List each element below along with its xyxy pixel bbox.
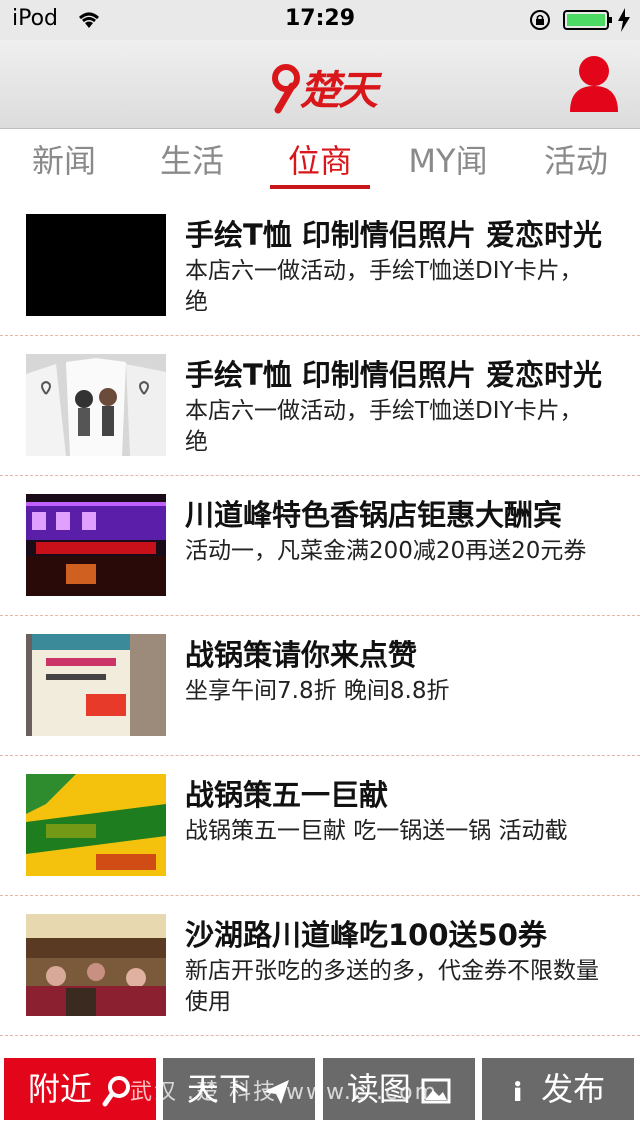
watermark: 武汉 .楚 科技 www.c .com [130,1080,438,1105]
app-header: 楚天 [0,40,640,129]
item-description: 本店六一做活动，手绘T恤送DIY卡片，绝 [185,398,583,455]
battery-icon [563,10,612,30]
item-title: 手绘T恤 印制情侣照片 爱恋时光 [185,358,602,392]
publish-label: 发布 [541,1070,606,1108]
item-thumbnail [26,214,166,316]
list-item[interactable]: 手绘T恤 印制情侣照片 爱恋时光 本店六一做活动，手绘T恤送DIY卡片，绝 [0,336,640,476]
tab-my-news[interactable]: MY闻 [384,129,512,189]
nearby-label: 附近 [27,1070,92,1108]
item-title: 战锅策请你来点赞 [185,638,418,672]
list-item[interactable]: 川道峰特色香锅店钜惠大酬宾 活动一，凡菜金满200减20再送20元券 [0,476,640,616]
merchant-list: 手绘T恤 印制情侣照片 爱恋时光 本店六一做活动，手绘T恤送DIY卡片，绝 手绘… [0,196,640,1036]
logo-text: 楚天 [300,67,378,114]
item-thumbnail [26,354,166,456]
item-thumbnail [26,914,166,1016]
item-title: 手绘T恤 印制情侣照片 爱恋时光 [185,218,602,252]
search-icon [102,1076,131,1107]
item-description: 新店开张吃的多送的多，代金券不限数量使用 [185,958,599,1015]
charging-icon [618,8,630,32]
publish-button[interactable]: 发布 [482,1058,634,1120]
item-title: 沙湖路川道峰吃100送50券 [185,918,547,952]
item-title: 战锅策五一巨献 [185,778,389,812]
user-profile-icon[interactable] [568,54,620,112]
list-item[interactable]: 手绘T恤 印制情侣照片 爱恋时光 本店六一做活动，手绘T恤送DIY卡片，绝 [0,196,640,336]
item-description: 坐享午间7.8折 晚间8.8折 [185,678,450,704]
tab-merchants[interactable]: 位商 [256,129,384,189]
list-item[interactable]: 沙湖路川道峰吃100送50券 新店开张吃的多送的多，代金券不限数量使用 [0,896,640,1036]
tab-news[interactable]: 新闻 [0,129,128,189]
rotation-lock-icon [530,10,550,30]
item-thumbnail [26,634,166,736]
tab-life[interactable]: 生活 [128,129,256,189]
info-icon [514,1081,521,1101]
item-description: 本店六一做活动，手绘T恤送DIY卡片，绝 [185,258,583,315]
list-item[interactable]: 战锅策请你来点赞 坐享午间7.8折 晚间8.8折 [0,616,640,756]
list-item[interactable]: 战锅策五一巨献 战锅策五一巨献 吃一锅送一锅 活动截 [0,756,640,896]
item-thumbnail [26,494,166,596]
item-description: 战锅策五一巨献 吃一锅送一锅 活动截 [185,818,568,844]
category-tabs: 新闻 生活 位商 MY闻 活动 [0,129,640,189]
item-thumbnail [26,774,166,876]
item-title: 川道峰特色香锅店钜惠大酬宾 [185,498,563,532]
tab-events[interactable]: 活动 [512,129,640,189]
item-description: 活动一，凡菜金满200减20再送20元券 [185,538,587,564]
status-bar: iPod 17:29 [0,0,640,40]
